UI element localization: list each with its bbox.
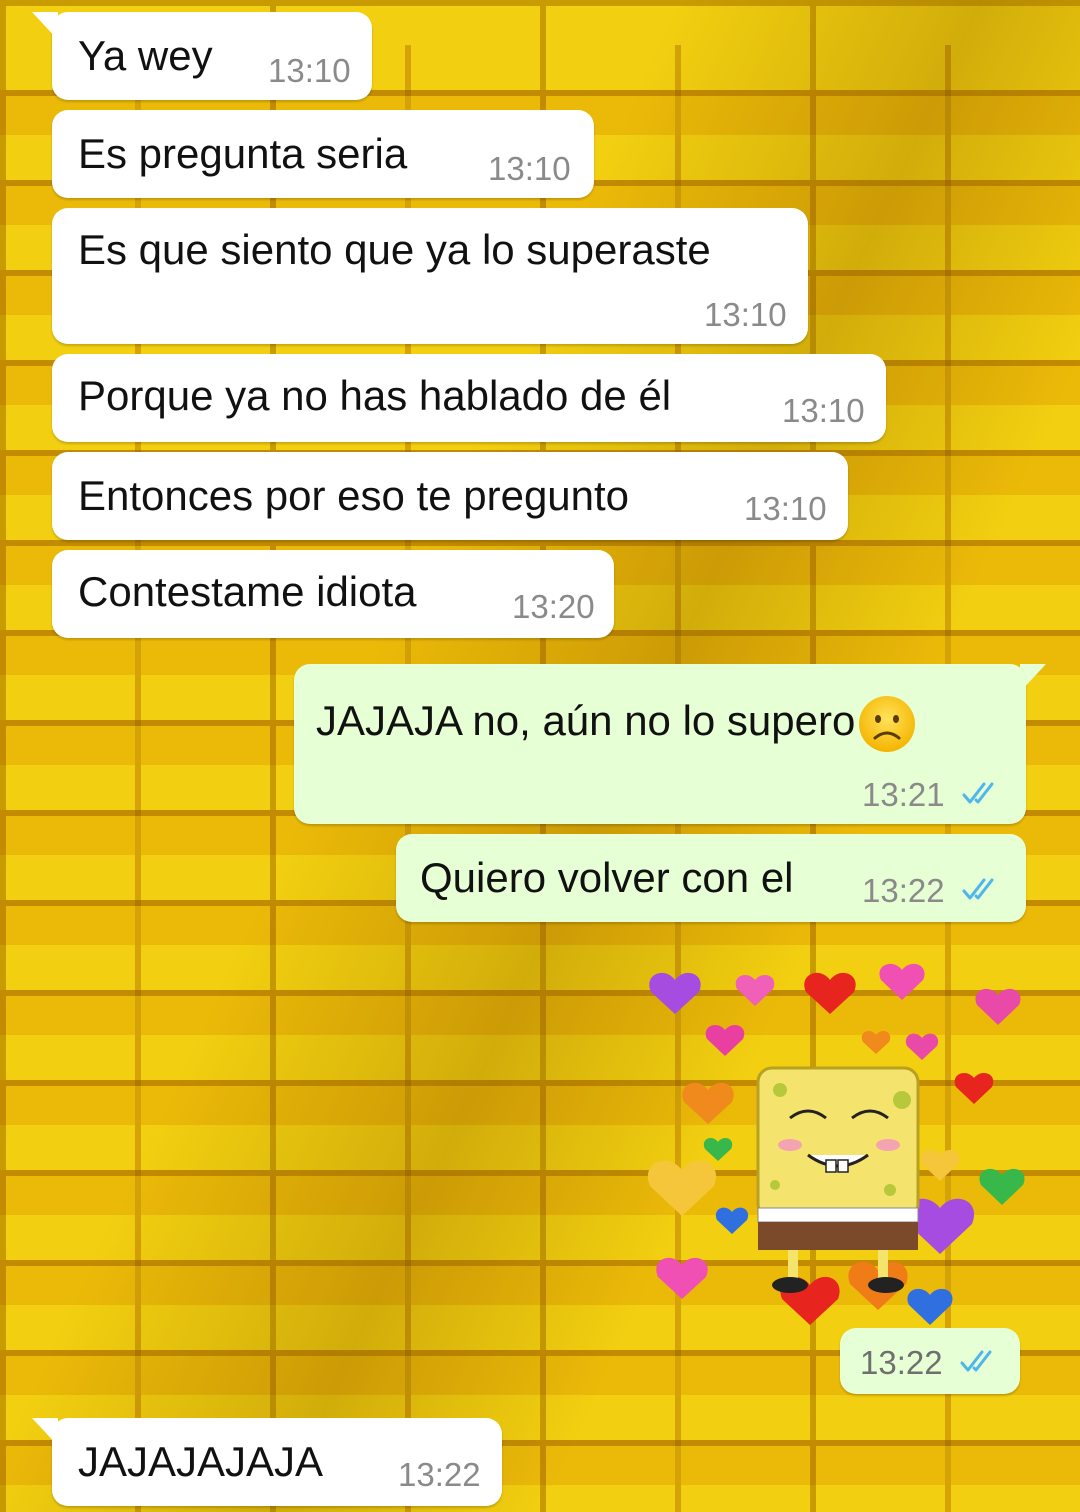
spongebob-figure xyxy=(756,1066,920,1293)
double-check-read-icon xyxy=(962,782,994,804)
bubble-tail xyxy=(32,12,58,40)
message-text: JAJAJAJAJA xyxy=(78,1438,324,1485)
message-time: 13:10 xyxy=(268,52,351,89)
message-time: 13:22 xyxy=(398,1456,481,1493)
message-text: Entonces por eso te pregunto xyxy=(78,472,630,519)
bubble-tail xyxy=(1020,664,1046,692)
message-text: JAJAJA no, aún no lo supero xyxy=(316,694,917,754)
message-time: 13:21 xyxy=(862,776,945,813)
message-text: Ya wey xyxy=(78,32,213,79)
message-time: 13:22 xyxy=(862,872,945,909)
message-text: Porque ya no has hablado de él xyxy=(78,372,672,419)
message-time: 13:10 xyxy=(488,150,571,187)
message-time: 13:22 xyxy=(860,1344,943,1381)
bubble-tail xyxy=(32,1418,58,1446)
double-check-read-icon xyxy=(962,878,994,900)
message-time: 13:10 xyxy=(704,296,787,333)
outgoing-message[interactable]: JAJAJA no, aún no lo supero 13:21 xyxy=(294,664,1046,824)
spongebob-hearts-sticker[interactable] xyxy=(640,960,1030,1330)
sad-face-emoji-icon xyxy=(859,696,916,752)
message-text: Contestame idiota xyxy=(78,568,417,615)
double-check-read-icon xyxy=(960,1350,992,1372)
message-text: Quiero volver con el xyxy=(420,854,794,901)
message-time: 13:10 xyxy=(744,490,827,527)
message-text-content: JAJAJA no, aún no lo supero xyxy=(316,697,856,745)
message-time: 13:20 xyxy=(512,588,595,625)
outgoing-message[interactable]: Quiero volver con el 13:22 xyxy=(396,834,1026,922)
incoming-message[interactable]: Contestame idiota 13:20 xyxy=(52,550,614,638)
sticker-time-chip: 13:22 xyxy=(840,1328,1020,1394)
incoming-message[interactable]: JAJAJAJAJA 13:22 xyxy=(32,1418,502,1506)
message-time: 13:10 xyxy=(782,392,865,429)
message-text: Es que siento que ya lo superaste xyxy=(78,226,711,273)
incoming-message[interactable]: Es pregunta seria 13:10 xyxy=(52,110,594,198)
incoming-message[interactable]: Entonces por eso te pregunto 13:10 xyxy=(52,452,848,540)
message-text: Es pregunta seria xyxy=(78,130,408,177)
incoming-message[interactable]: Ya wey 13:10 xyxy=(32,12,372,100)
incoming-message[interactable]: Porque ya no has hablado de él 13:10 xyxy=(52,354,886,442)
incoming-message[interactable]: Es que siento que ya lo superaste 13:10 xyxy=(52,208,808,344)
